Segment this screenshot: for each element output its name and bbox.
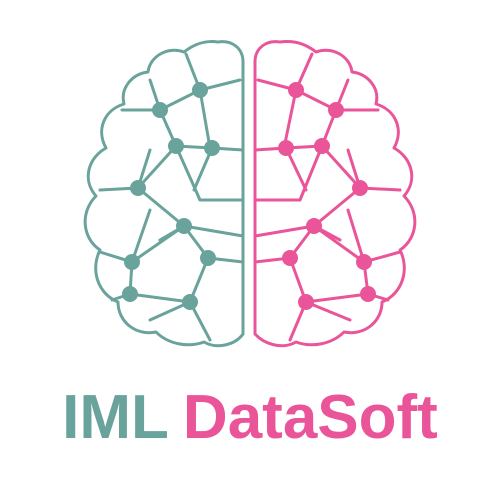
- network-node: [288, 82, 304, 98]
- left-network-edges: [98, 52, 245, 342]
- right-network-nodes: [278, 82, 376, 310]
- network-node: [298, 294, 314, 310]
- network-node: [360, 286, 376, 302]
- network-node: [352, 180, 368, 196]
- network-node: [124, 254, 140, 270]
- brand-wordmark: IML DataSoft: [0, 378, 500, 458]
- network-node: [204, 140, 220, 156]
- right-hemisphere-outline: [253, 40, 417, 348]
- network-node: [282, 250, 298, 266]
- network-node: [328, 102, 344, 118]
- logo-canvas: IML DataSoft: [0, 0, 500, 500]
- network-node: [200, 250, 216, 266]
- right-hemisphere: [253, 40, 417, 348]
- network-node: [306, 218, 322, 234]
- network-node: [130, 180, 146, 196]
- network-node: [192, 82, 208, 98]
- left-hemisphere: [83, 40, 245, 348]
- network-node: [182, 294, 198, 310]
- network-node: [152, 102, 168, 118]
- network-node: [314, 138, 330, 154]
- network-node: [356, 254, 372, 270]
- brand-word-iml: IML: [62, 383, 169, 452]
- network-node: [168, 138, 184, 154]
- left-hemisphere-outline: [83, 40, 245, 348]
- network-node: [278, 140, 294, 156]
- brain-network-icon: [83, 40, 417, 348]
- network-node: [176, 218, 192, 234]
- network-node: [122, 286, 138, 302]
- brand-word-datasoft: DataSoft: [182, 383, 438, 452]
